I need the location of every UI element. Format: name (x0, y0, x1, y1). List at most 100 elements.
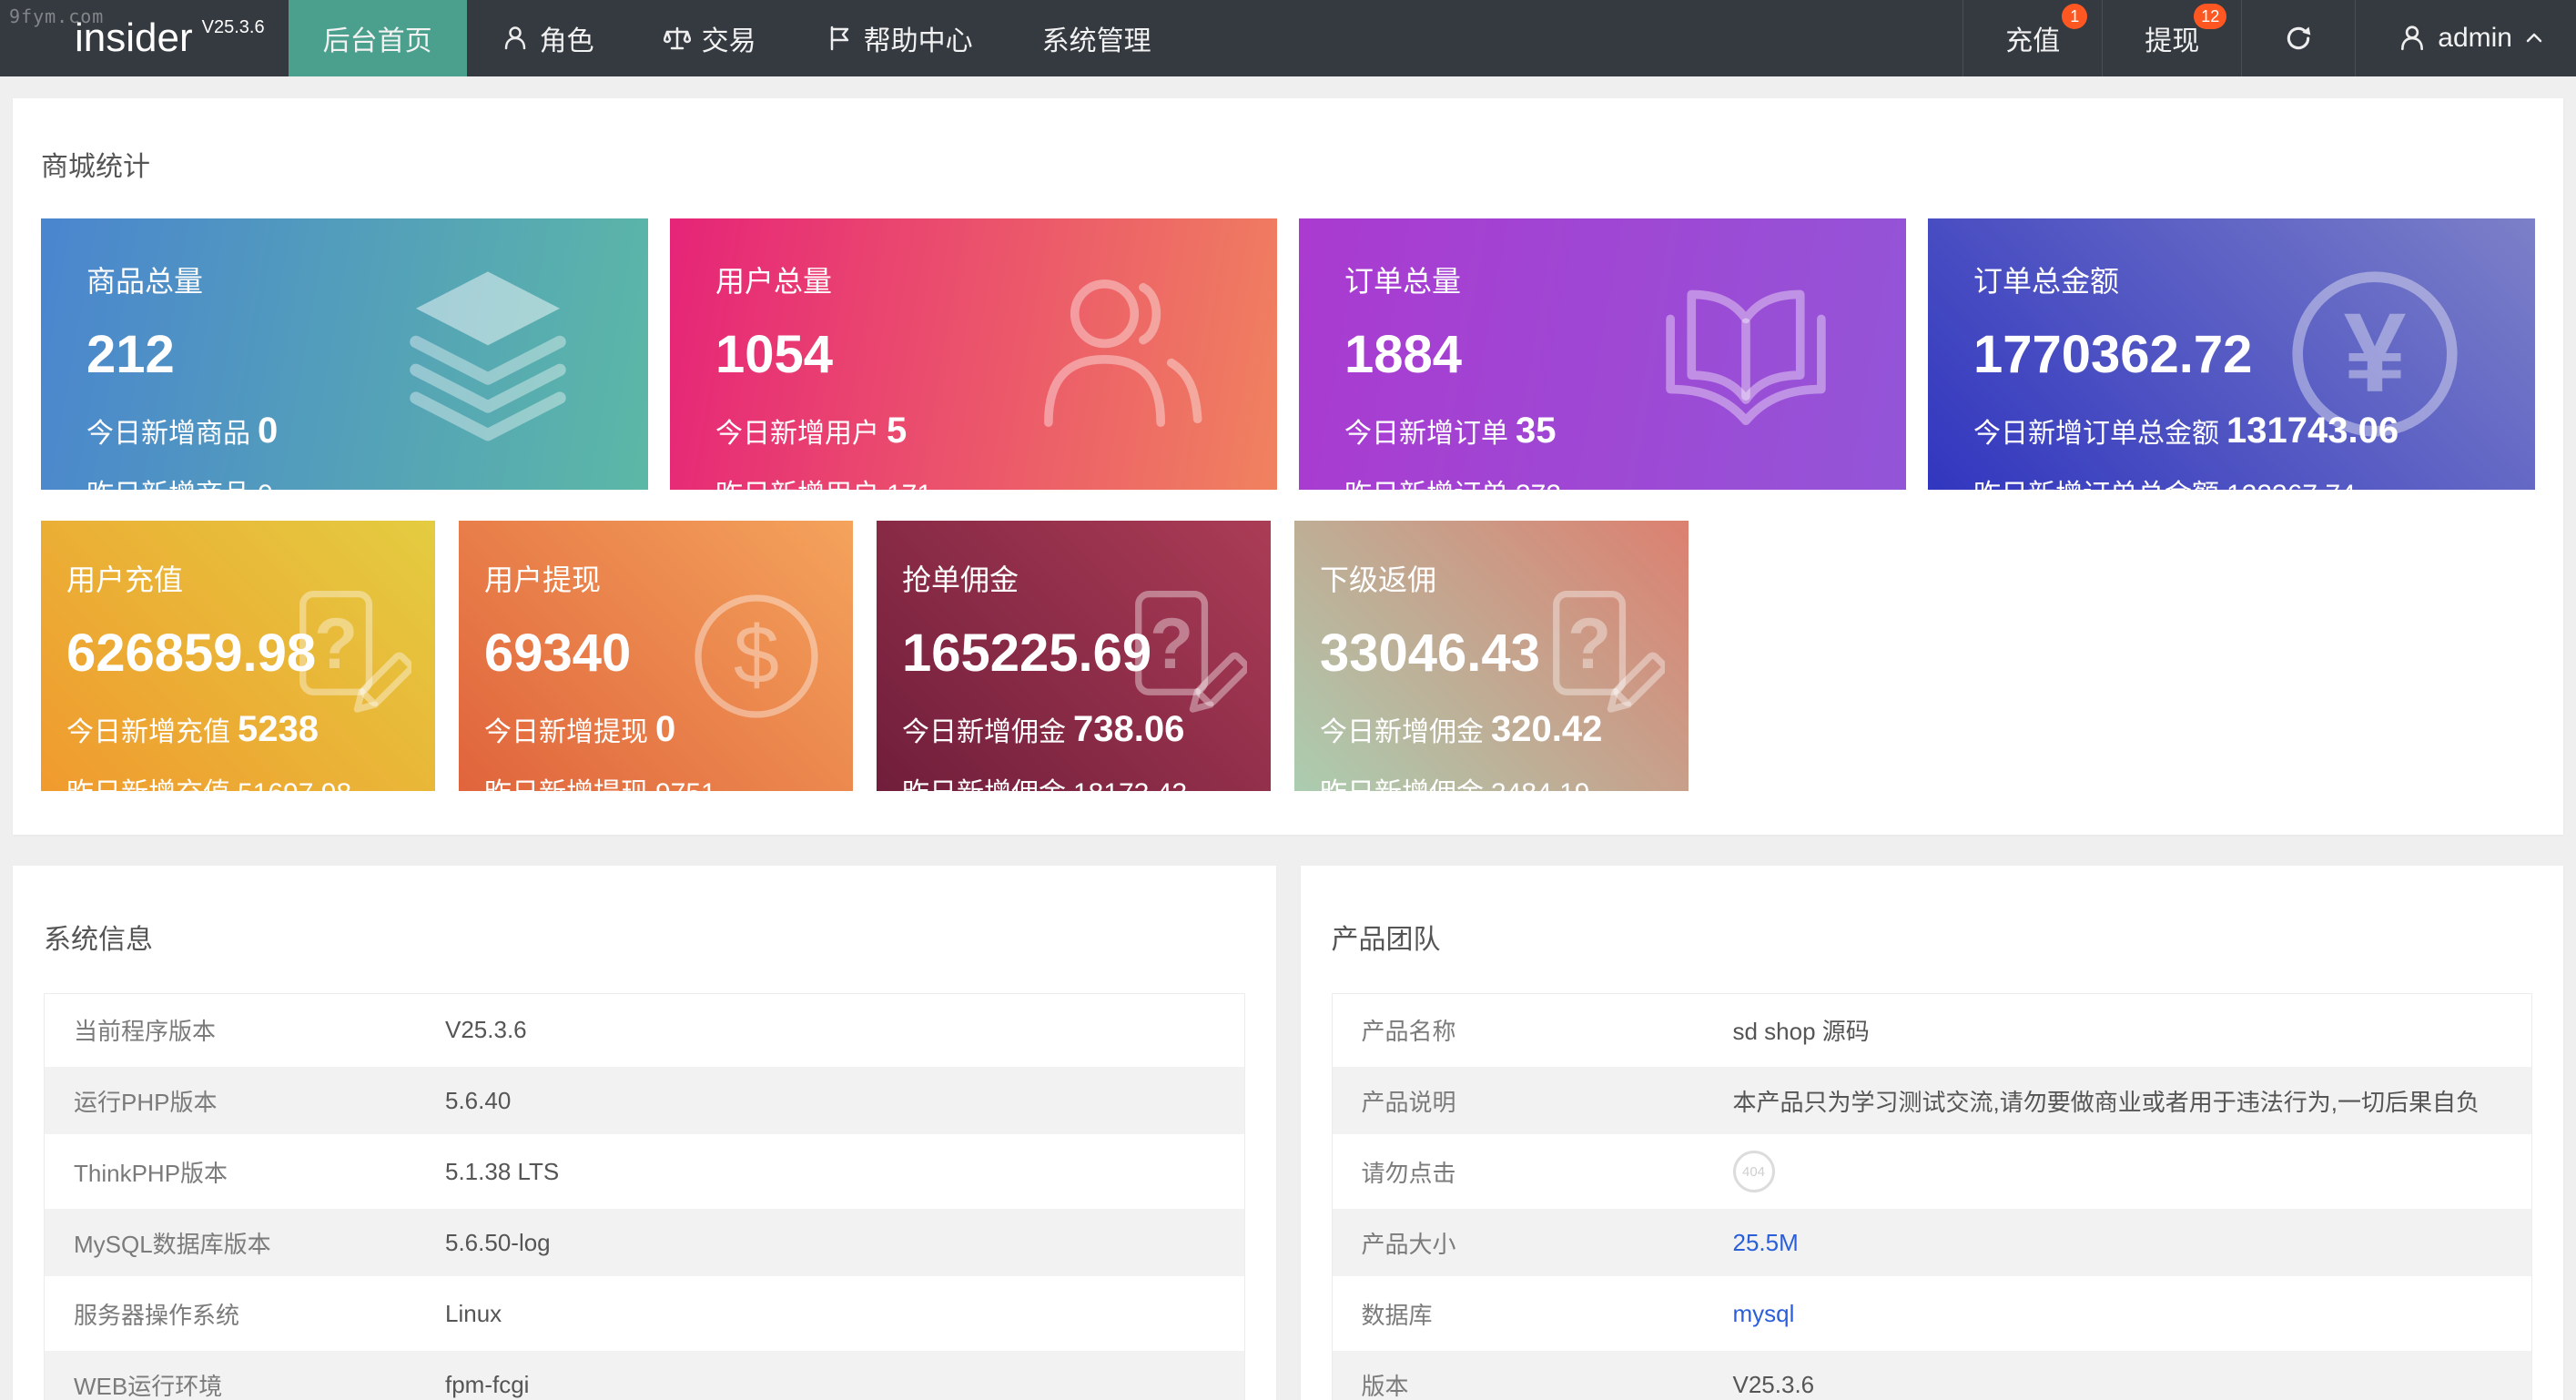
table-row: 服务器操作系统Linux (45, 1278, 1244, 1349)
flag-icon (826, 25, 853, 52)
row-value: 5.6.40 (445, 1087, 511, 1115)
table-row: 请勿点击404 (1333, 1136, 2532, 1207)
recharge-label: 充值 (2005, 18, 2060, 58)
yesterday-label: 昨日新增商品 (86, 480, 250, 490)
menu-label: 后台首页 (323, 18, 432, 58)
today-label: 今日新增订单总金额 (1973, 419, 2219, 449)
table-row: 数据库mysql (1333, 1278, 2532, 1349)
today-label: 今日新增用户 (715, 419, 879, 449)
row-value: 5.6.50-log (445, 1229, 551, 1257)
row-label: 版本 (1333, 1368, 1733, 1400)
chevron-up-icon (2523, 27, 2545, 49)
section-title: 系统信息 (13, 866, 1276, 993)
menu-item-system[interactable]: 系统管理 (1008, 0, 1186, 76)
section-title: 产品团队 (1301, 866, 2564, 993)
yesterday-value: 51697.98 (238, 778, 351, 791)
menu-item-dashboard[interactable]: 后台首页 (289, 0, 467, 76)
yesterday-label: 昨日新增佣金 (902, 778, 1066, 791)
404-badge[interactable]: 404 (1733, 1151, 1775, 1192)
menu-item-trade[interactable]: 交易 (629, 0, 791, 76)
row-value: sd shop 源码 (1733, 1013, 1870, 1047)
mall-stats-panel: 商城统计 商品总量 212 今日新增商品0 昨日新增商品0 用户总量 1054 … (13, 98, 2563, 835)
row-label: 运行PHP版本 (45, 1084, 445, 1118)
yesterday-value: 122367.74 (2226, 480, 2356, 490)
layers-icon (391, 258, 584, 451)
navbar: 9fym.com insider V25.3.6 后台首页 角色 交易 帮助中心… (0, 0, 2576, 76)
yesterday-label: 昨日新增订单 (1344, 480, 1508, 490)
open-book-icon (1649, 258, 1842, 451)
table-row: ThinkPHP版本5.1.38 LTS (45, 1136, 1244, 1207)
watermark: 9fym.com (9, 5, 104, 27)
scales-icon (664, 25, 691, 52)
row-value: V25.3.6 (1733, 1371, 1815, 1399)
main-menu: 后台首页 角色 交易 帮助中心 系统管理 (289, 0, 1186, 76)
row-value: fpm-fcgi (445, 1371, 529, 1399)
yesterday-value: 0 (258, 480, 273, 490)
product-size-link[interactable]: 25.5M (1733, 1229, 1799, 1257)
row-value: 本产品只为学习测试交流,请勿要做商业或者用于违法行为,一切后果自负 (1733, 1084, 2480, 1118)
table-row: MySQL数据库版本5.6.50-log (45, 1207, 1244, 1278)
yesterday-value: 18173.43 (1073, 778, 1187, 791)
row-value: Linux (445, 1300, 502, 1328)
stat-card-users: 用户总量 1054 今日新增用户5 昨日新增用户171 (670, 218, 1277, 490)
row-label: 产品名称 (1333, 1013, 1733, 1047)
system-info-panel: 系统信息 当前程序版本V25.3.6 运行PHP版本5.6.40 ThinkPH… (13, 866, 1276, 1400)
username: admin (2438, 23, 2512, 54)
stat-card-products: 商品总量 212 今日新增商品0 昨日新增商品0 (41, 218, 648, 490)
file-question-pencil-icon: ? (1519, 583, 1665, 729)
today-value: 35 (1516, 411, 1557, 451)
yuan-coin-icon: ¥ (2278, 258, 2471, 451)
table-row: 当前程序版本V25.3.6 (45, 994, 1244, 1065)
users-icon (1020, 258, 1213, 451)
today-label: 今日新增充值 (66, 717, 230, 747)
database-link[interactable]: mysql (1733, 1300, 1795, 1328)
withdraw-button[interactable]: 提现 12 (2102, 0, 2241, 76)
svg-text:$: $ (734, 609, 779, 701)
dollar-coin-icon: $ (684, 583, 829, 729)
system-info-table: 当前程序版本V25.3.6 运行PHP版本5.6.40 ThinkPHP版本5.… (44, 993, 1245, 1400)
today-label: 今日新增佣金 (902, 717, 1066, 747)
menu-label: 帮助中心 (864, 18, 973, 58)
table-row: 产品说明本产品只为学习测试交流,请勿要做商业或者用于违法行为,一切后果自负 (1333, 1065, 2532, 1136)
yesterday-value: 372 (1516, 480, 1561, 490)
row-label: 数据库 (1333, 1297, 1733, 1331)
stat-card-order-amount: 订单总金额 1770362.72 今日新增订单总金额131743.06 昨日新增… (1928, 218, 2535, 490)
main-content: 商城统计 商品总量 212 今日新增商品0 昨日新增商品0 用户总量 1054 … (0, 98, 2576, 1400)
table-row: 版本V25.3.6 (1333, 1349, 2532, 1400)
today-value: 0 (258, 411, 278, 451)
table-row: 产品大小25.5M (1333, 1207, 2532, 1278)
recharge-button[interactable]: 充值 1 (1962, 0, 2102, 76)
svg-text:?: ? (1150, 604, 1193, 684)
today-value: 0 (655, 709, 675, 749)
section-title: 商城统计 (13, 98, 2563, 218)
file-question-pencil-icon: ? (266, 583, 411, 729)
row-label: 服务器操作系统 (45, 1297, 445, 1331)
app-version: V25.3.6 (202, 17, 265, 38)
stat-cards-row-2: 用户充值 626859.98 今日新增充值5238 昨日新增充值51697.98… (13, 521, 2563, 791)
row-label: 产品说明 (1333, 1084, 1733, 1118)
row-value: 5.1.38 LTS (445, 1158, 559, 1186)
today-label: 今日新增商品 (86, 419, 250, 449)
stat-cards-row-1: 商品总量 212 今日新增商品0 昨日新增商品0 用户总量 1054 今日新增用… (13, 218, 2563, 490)
table-row: 产品名称sd shop 源码 (1333, 994, 2532, 1065)
menu-item-help[interactable]: 帮助中心 (791, 0, 1008, 76)
yesterday-label: 昨日新增订单总金额 (1973, 480, 2219, 490)
user-menu[interactable]: admin (2355, 0, 2576, 76)
stat-card-withdraw: 用户提现 69340 今日新增提现0 昨日新增提现9751 $ (459, 521, 853, 791)
yesterday-value: 171 (887, 480, 932, 490)
stat-card-order-commission: 抢单佣金 165225.69 今日新增佣金738.06 昨日新增佣金18173.… (877, 521, 1271, 791)
withdraw-badge: 12 (2194, 4, 2226, 29)
today-label: 今日新增订单 (1344, 419, 1508, 449)
refresh-icon (2284, 24, 2313, 53)
product-team-panel: 产品团队 产品名称sd shop 源码 产品说明本产品只为学习测试交流,请勿要做… (1301, 866, 2564, 1400)
row-label: 产品大小 (1333, 1226, 1733, 1260)
navbar-right: 充值 1 提现 12 admin (1962, 0, 2576, 76)
menu-label: 交易 (702, 18, 756, 58)
refresh-button[interactable] (2241, 0, 2355, 76)
product-team-table: 产品名称sd shop 源码 产品说明本产品只为学习测试交流,请勿要做商业或者用… (1332, 993, 2533, 1400)
row-label: 请勿点击 (1333, 1155, 1733, 1189)
menu-item-roles[interactable]: 角色 (467, 0, 629, 76)
stat-card-recharge: 用户充值 626859.98 今日新增充值5238 昨日新增充值51697.98… (41, 521, 435, 791)
table-row: WEB运行环境fpm-fcgi (45, 1349, 1244, 1400)
row-label: 当前程序版本 (45, 1013, 445, 1047)
